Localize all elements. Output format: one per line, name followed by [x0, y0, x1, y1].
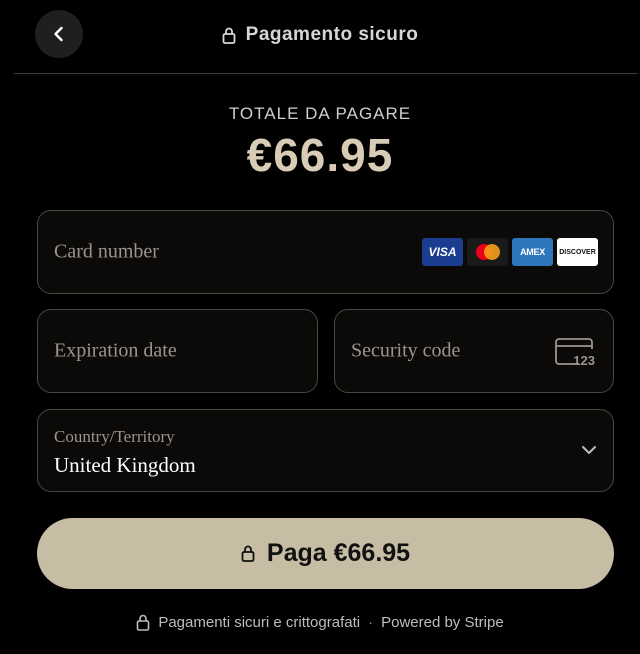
- security-code-field[interactable]: Security code 123: [334, 309, 614, 393]
- amex-icon: AMEX: [512, 238, 553, 266]
- card-number-placeholder: Card number: [54, 240, 159, 263]
- cvc-card-icon: 123: [555, 338, 595, 367]
- page-title-text: Pagamento sicuro: [245, 24, 419, 45]
- country-select[interactable]: Country/Territory United Kingdom: [37, 409, 614, 492]
- lock-icon: [241, 545, 255, 562]
- country-label: Country/Territory: [54, 427, 175, 446]
- total-amount: €66.95: [246, 129, 394, 181]
- total-label: TOTALE DA PAGARE: [228, 104, 412, 123]
- footer-separator: ·: [368, 613, 374, 631]
- checkout-page: Pagamento sicuro TOTALE DA PAGARE €66.95…: [0, 0, 640, 654]
- expiration-date-field[interactable]: Expiration date: [37, 309, 318, 393]
- pay-button-label: Paga €66.95: [266, 539, 411, 567]
- card-number-field[interactable]: Card number VISA AMEX DISCOVER: [37, 210, 614, 294]
- pay-button[interactable]: Paga €66.95: [37, 518, 614, 589]
- lock-icon: [222, 27, 236, 44]
- card-brands: VISA AMEX DISCOVER: [422, 238, 598, 266]
- expiration-date-placeholder: Expiration date: [54, 339, 177, 362]
- security-code-placeholder: Security code: [351, 339, 461, 362]
- header-divider: [14, 73, 638, 74]
- country-value: United Kingdom: [54, 453, 196, 477]
- secure-payments-text: Pagamenti sicuri e crittografati: [158, 613, 361, 631]
- page-title: Pagamento sicuro: [0, 22, 640, 48]
- mastercard-icon: [467, 238, 508, 266]
- footer: Pagamenti sicuri e crittografati · Power…: [0, 610, 640, 634]
- header: Pagamento sicuro: [0, 0, 640, 74]
- lock-icon: [137, 614, 150, 631]
- cvc-icon-text: 123: [573, 353, 595, 367]
- chevron-down-icon: [582, 446, 596, 454]
- visa-icon: VISA: [422, 238, 463, 266]
- discover-icon: DISCOVER: [557, 238, 598, 266]
- powered-by-stripe-link[interactable]: Powered by Stripe: [381, 614, 504, 631]
